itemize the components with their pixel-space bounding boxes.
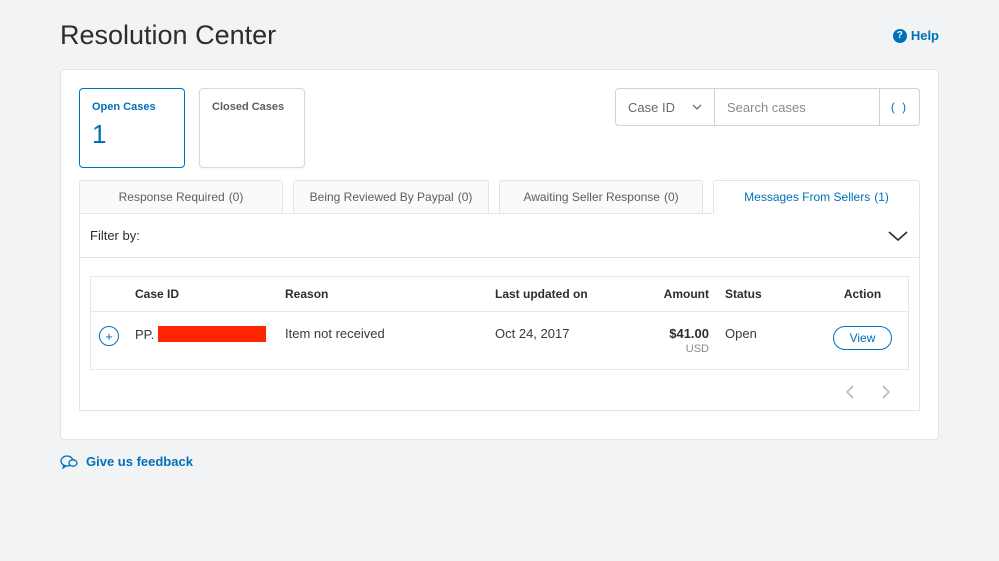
- filter-label: Filter by:: [90, 228, 140, 243]
- col-caseid: Case ID: [127, 277, 277, 312]
- tab-panel: Filter by: Case ID Reason Last updated o…: [79, 213, 920, 411]
- plus-icon: +: [105, 330, 113, 343]
- chat-icon: [60, 455, 78, 469]
- expand-row-button[interactable]: +: [99, 326, 119, 346]
- table-row: + PP. Item not received Oct 24, 2017: [91, 312, 909, 370]
- tile-open-label: Open Cases: [92, 101, 172, 113]
- help-label: Help: [911, 28, 939, 43]
- col-expand: [91, 277, 128, 312]
- case-id-redacted: [158, 326, 266, 342]
- search-button-glyph: ( ): [891, 100, 908, 114]
- case-id-prefix: PP.: [135, 327, 154, 342]
- tab-count: (0): [229, 190, 244, 204]
- tab-count: (0): [664, 190, 679, 204]
- cell-currency: USD: [625, 343, 709, 355]
- filter-toggle[interactable]: [887, 230, 909, 242]
- help-link[interactable]: ? Help: [893, 28, 939, 43]
- tab-label: Awaiting Seller Response: [523, 190, 660, 204]
- col-amount: Amount: [617, 277, 717, 312]
- help-icon: ?: [893, 29, 907, 43]
- col-reason: Reason: [277, 277, 487, 312]
- tab-label: Response Required: [119, 190, 225, 204]
- pager-prev[interactable]: [845, 384, 855, 400]
- tab-response-required[interactable]: Response Required (0): [79, 180, 283, 214]
- case-tiles: Open Cases 1 Closed Cases: [79, 88, 305, 168]
- tile-open-count: 1: [92, 119, 172, 150]
- search-type-label: Case ID: [628, 100, 675, 115]
- tab-awaiting-seller[interactable]: Awaiting Seller Response (0): [499, 180, 703, 214]
- main-card: Open Cases 1 Closed Cases Case ID ( ): [60, 69, 939, 440]
- search-type-select[interactable]: Case ID: [615, 88, 715, 126]
- tile-closed-label: Closed Cases: [212, 101, 292, 113]
- tabs-row: Response Required (0) Being Reviewed By …: [79, 180, 920, 214]
- tile-open-cases[interactable]: Open Cases 1: [79, 88, 185, 168]
- view-button[interactable]: View: [833, 326, 893, 350]
- cell-last-updated: Oct 24, 2017: [487, 312, 617, 370]
- tab-label: Being Reviewed By Paypal: [310, 190, 454, 204]
- chevron-down-icon: [692, 104, 702, 110]
- page-title: Resolution Center: [60, 20, 276, 51]
- tab-count: (1): [874, 190, 889, 204]
- cell-amount: $41.00: [669, 326, 709, 341]
- cases-table: Case ID Reason Last updated on Amount St…: [90, 276, 909, 370]
- search-group: Case ID ( ): [615, 88, 920, 126]
- pager: [90, 370, 909, 410]
- col-date: Last updated on: [487, 277, 617, 312]
- search-input[interactable]: [715, 88, 880, 126]
- cell-reason: Item not received: [277, 312, 487, 370]
- tab-being-reviewed[interactable]: Being Reviewed By Paypal (0): [293, 180, 489, 214]
- feedback-row: Give us feedback: [60, 454, 939, 469]
- cell-status: Open: [717, 312, 817, 370]
- tab-count: (0): [458, 190, 473, 204]
- col-status: Status: [717, 277, 817, 312]
- table-wrap: Case ID Reason Last updated on Amount St…: [80, 258, 919, 410]
- tile-closed-cases[interactable]: Closed Cases: [199, 88, 305, 168]
- col-action: Action: [817, 277, 909, 312]
- tab-label: Messages From Sellers: [744, 190, 870, 204]
- search-button[interactable]: ( ): [880, 88, 920, 126]
- tab-messages-sellers[interactable]: Messages From Sellers (1): [713, 180, 920, 214]
- filter-bar: Filter by:: [80, 213, 919, 258]
- pager-next[interactable]: [881, 384, 891, 400]
- feedback-link[interactable]: Give us feedback: [86, 454, 193, 469]
